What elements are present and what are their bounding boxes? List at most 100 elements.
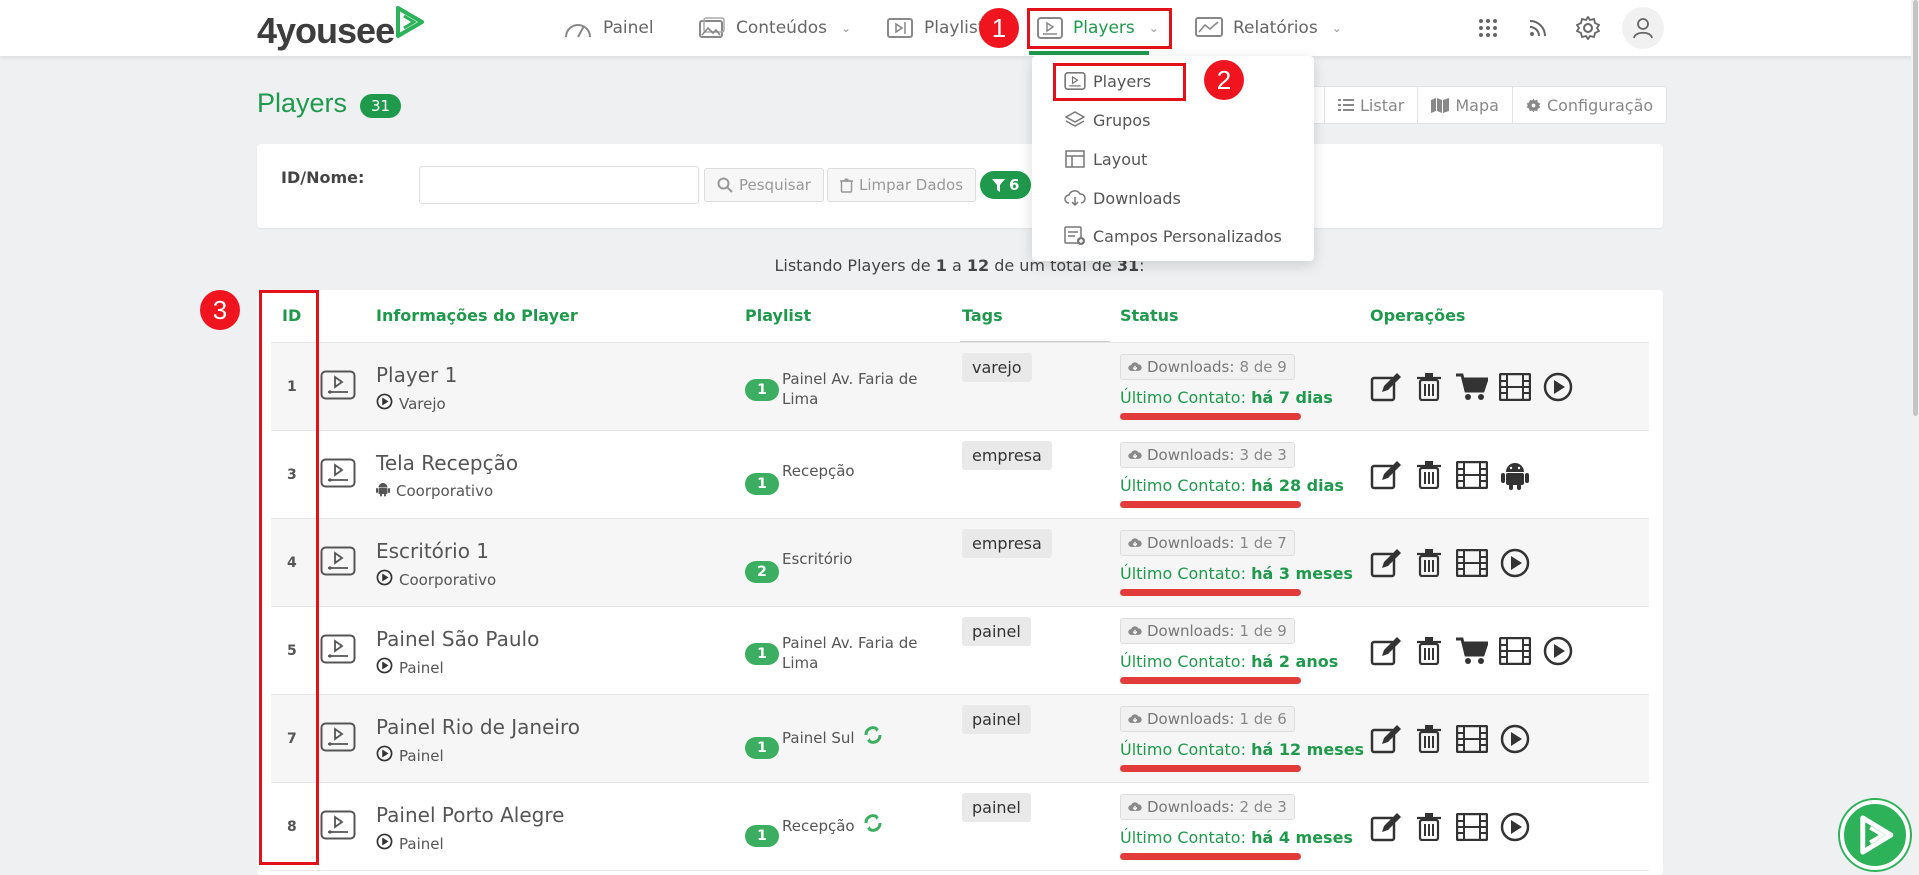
- trash-action-icon[interactable]: [1412, 370, 1446, 404]
- trash-action-icon[interactable]: [1412, 458, 1446, 492]
- col-header-player-info[interactable]: Informações do Player: [376, 306, 578, 325]
- nav-relatorios[interactable]: Relatórios ⌄: [1195, 14, 1342, 42]
- player-name[interactable]: Painel Rio de Janeiro: [376, 715, 580, 739]
- player-name[interactable]: Tela Recepção: [376, 451, 518, 475]
- row-operations: [1369, 722, 1532, 756]
- last-contact-value: há 28 dias: [1251, 476, 1344, 495]
- cloud-download-icon: [1128, 538, 1142, 547]
- view-map-button[interactable]: Mapa: [1418, 87, 1513, 123]
- contact-status-bar: [1120, 413, 1301, 420]
- contact-status-bar: [1120, 765, 1301, 772]
- play-circle-action-icon[interactable]: [1541, 634, 1575, 668]
- dropdown-item-grupos[interactable]: Grupos: [1064, 109, 1150, 131]
- downloads-value: 1 de 9: [1239, 622, 1287, 640]
- id-name-search-input[interactable]: [419, 166, 699, 204]
- clear-data-button[interactable]: Limpar Dados: [827, 168, 977, 202]
- col-header-tags[interactable]: Tags: [962, 306, 1003, 325]
- player-tag[interactable]: empresa: [962, 529, 1052, 558]
- playlist-name[interactable]: Painel Av. Faria de Lima: [782, 633, 922, 673]
- nav-playlist[interactable]: Playlist: [886, 14, 984, 42]
- list-icon: [1338, 99, 1354, 111]
- playlist-name[interactable]: Painel Sul: [782, 725, 922, 750]
- player-name[interactable]: Escritório 1: [376, 539, 489, 563]
- player-name[interactable]: Painel Porto Alegre: [376, 803, 564, 827]
- playlist-name-label: Recepção: [782, 816, 855, 835]
- play-circle-action-icon[interactable]: [1498, 546, 1532, 580]
- apps-grid-icon[interactable]: [1474, 14, 1502, 42]
- top-navbar: 4yousee Painel Conteúdos ⌄ Playlist Play…: [0, 0, 1919, 56]
- playlist-count-badge: 1: [745, 379, 779, 401]
- trash-action-icon[interactable]: [1412, 722, 1446, 756]
- table-row[interactable]: 1 Player 1 Varejo 1 Painel Av. Faria de …: [271, 343, 1649, 431]
- edit-action-icon[interactable]: [1369, 634, 1403, 668]
- gear-icon[interactable]: [1574, 14, 1602, 42]
- film-action-icon[interactable]: [1455, 458, 1489, 492]
- play-circle-action-icon[interactable]: [1541, 370, 1575, 404]
- player-tag[interactable]: painel: [962, 793, 1031, 822]
- edit-action-icon[interactable]: [1369, 546, 1403, 580]
- player-tag[interactable]: empresa: [962, 441, 1052, 470]
- nav-conteudos[interactable]: Conteúdos ⌄: [698, 14, 851, 42]
- cloud-download-icon: [1128, 714, 1142, 723]
- playlist-name[interactable]: Painel Av. Faria de Lima: [782, 369, 922, 409]
- playlist-name[interactable]: Recepção: [782, 461, 922, 481]
- view-config-button[interactable]: Configuração: [1513, 87, 1666, 123]
- playlist-name[interactable]: Escritório: [782, 549, 922, 569]
- view-list-button[interactable]: Listar: [1325, 87, 1419, 123]
- playlist-count-badge: 1: [745, 825, 779, 847]
- player-name[interactable]: Painel São Paulo: [376, 627, 539, 651]
- film-action-icon[interactable]: [1455, 810, 1489, 844]
- trash-action-icon[interactable]: [1412, 634, 1446, 668]
- film-action-icon[interactable]: [1455, 546, 1489, 580]
- app-logo[interactable]: 4yousee: [257, 10, 395, 52]
- active-filters-badge[interactable]: 6: [980, 171, 1032, 199]
- playlist-name-label: Escritório: [782, 550, 853, 568]
- search-button[interactable]: Pesquisar: [704, 168, 824, 202]
- table-row[interactable]: 3 Tela Recepção Coorporativo 1 Recepção …: [271, 431, 1649, 519]
- tags-header-underline: [960, 341, 1110, 342]
- rss-icon[interactable]: [1524, 14, 1552, 42]
- play-circle-action-icon[interactable]: [1498, 810, 1532, 844]
- player-tag[interactable]: varejo: [962, 353, 1032, 382]
- playlist-name[interactable]: Recepção: [782, 813, 922, 838]
- trash-action-icon[interactable]: [1412, 810, 1446, 844]
- images-icon: [699, 17, 725, 38]
- downloads-label: Downloads:: [1147, 534, 1235, 552]
- edit-action-icon[interactable]: [1369, 458, 1403, 492]
- table-row[interactable]: 5 Painel São Paulo Painel 1 Painel Av. F…: [271, 607, 1649, 695]
- film-action-icon[interactable]: [1498, 370, 1532, 404]
- downloads-status: Downloads: 2 de 3: [1120, 794, 1295, 820]
- table-row[interactable]: 8 Painel Porto Alegre Painel 1 Recepção …: [271, 783, 1649, 871]
- film-action-icon[interactable]: [1455, 722, 1489, 756]
- user-avatar[interactable]: [1622, 7, 1664, 49]
- player-tag[interactable]: painel: [962, 705, 1031, 734]
- android-action-icon[interactable]: [1498, 458, 1532, 492]
- table-row[interactable]: 7 Painel Rio de Janeiro Painel 1 Painel …: [271, 695, 1649, 783]
- layout-icon: [1064, 148, 1086, 170]
- table-row[interactable]: 4 Escritório 1 Coorporativo 2 Escritório…: [271, 519, 1649, 607]
- row-operations: [1369, 634, 1575, 668]
- trash-action-icon[interactable]: [1412, 546, 1446, 580]
- film-action-icon[interactable]: [1498, 634, 1532, 668]
- cart-action-icon[interactable]: [1455, 634, 1489, 668]
- col-header-playlist[interactable]: Playlist: [745, 306, 811, 325]
- page-scrollbar-thumb[interactable]: [1913, 0, 1918, 416]
- player-tag[interactable]: painel: [962, 617, 1031, 646]
- col-header-status[interactable]: Status: [1120, 306, 1179, 325]
- edit-action-icon[interactable]: [1369, 810, 1403, 844]
- cart-action-icon[interactable]: [1455, 370, 1489, 404]
- play-circle-icon: [376, 569, 393, 590]
- nav-painel[interactable]: Painel: [563, 14, 654, 42]
- dropdown-item-campos-personalizados[interactable]: Campos Personalizados: [1064, 225, 1282, 247]
- playlist-name-label: Recepção: [782, 462, 855, 480]
- dropdown-item-downloads[interactable]: Downloads: [1064, 187, 1181, 209]
- dropdown-item-layout[interactable]: Layout: [1064, 148, 1147, 170]
- player-name[interactable]: Player 1: [376, 363, 457, 387]
- edit-action-icon[interactable]: [1369, 370, 1403, 404]
- play-circle-action-icon[interactable]: [1498, 722, 1532, 756]
- support-chat-button[interactable]: [1840, 800, 1910, 870]
- last-contact-value: há 2 anos: [1251, 652, 1339, 671]
- chevron-down-icon: ⌄: [1331, 21, 1342, 35]
- edit-action-icon[interactable]: [1369, 722, 1403, 756]
- nav-relatorios-label: Relatórios: [1233, 18, 1318, 38]
